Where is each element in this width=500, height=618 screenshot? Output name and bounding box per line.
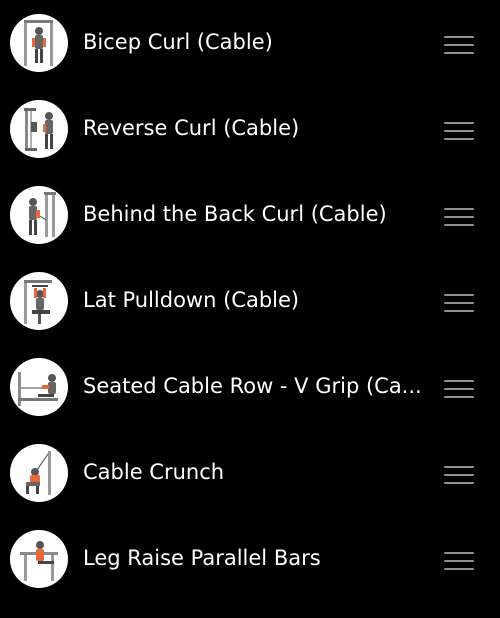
exercise-row-bicep-curl-cable[interactable]: Bicep Curl (Cable) <box>0 4 500 84</box>
leg-raise-parallel-bars-thumbnail <box>10 530 68 588</box>
exercise-row-behind-the-back-curl-cable[interactable]: Behind the Back Curl (Cable) <box>0 176 500 256</box>
behind-the-back-curl-cable-thumbnail <box>10 186 68 244</box>
exercise-name: Cable Crunch <box>83 460 225 484</box>
cable-crunch-thumbnail <box>10 444 68 502</box>
seated-cable-row-thumbnail <box>10 358 68 416</box>
drag-handle-icon[interactable] <box>443 112 475 148</box>
drag-handle-icon[interactable] <box>443 284 475 320</box>
reverse-curl-cable-thumbnail <box>10 100 68 158</box>
exercise-name: Bicep Curl (Cable) <box>83 30 273 54</box>
exercise-row-cable-crunch[interactable]: Cable Crunch <box>0 434 500 514</box>
exercise-name: Seated Cable Row - V Grip (Ca... <box>83 374 422 398</box>
exercise-name: Behind the Back Curl (Cable) <box>83 202 387 226</box>
drag-handle-icon[interactable] <box>443 26 475 62</box>
exercise-row-lat-pulldown-cable[interactable]: Lat Pulldown (Cable) <box>0 262 500 342</box>
drag-handle-icon[interactable] <box>443 198 475 234</box>
drag-handle-icon[interactable] <box>443 370 475 406</box>
exercise-row-seated-cable-row-v-grip[interactable]: Seated Cable Row - V Grip (Ca... <box>0 348 500 428</box>
exercise-name: Reverse Curl (Cable) <box>83 116 300 140</box>
exercise-row-leg-raise-parallel-bars[interactable]: Leg Raise Parallel Bars <box>0 520 500 600</box>
lat-pulldown-cable-thumbnail <box>10 272 68 330</box>
drag-handle-icon[interactable] <box>443 456 475 492</box>
bicep-curl-cable-thumbnail <box>10 14 68 72</box>
exercise-name: Lat Pulldown (Cable) <box>83 288 300 312</box>
exercise-row-reverse-curl-cable[interactable]: Reverse Curl (Cable) <box>0 90 500 170</box>
exercise-name: Leg Raise Parallel Bars <box>83 546 321 570</box>
drag-handle-icon[interactable] <box>443 542 475 578</box>
